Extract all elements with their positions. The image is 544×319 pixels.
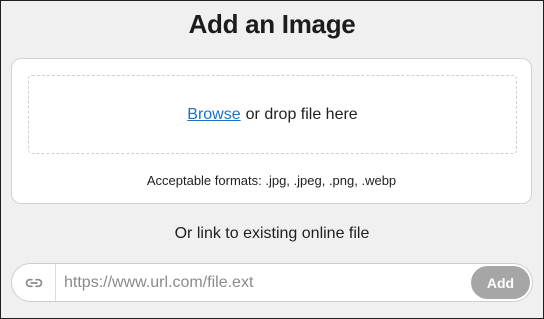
upload-card: Browse or drop file here Acceptable form… [11,58,532,204]
link-icon [24,273,44,293]
browse-link[interactable]: Browse [187,106,240,124]
url-bar-divider [55,264,56,301]
add-button[interactable]: Add [471,266,530,299]
acceptable-formats-text: Acceptable formats: .jpg, .jpeg, .png, .… [146,173,397,188]
file-dropzone[interactable]: Browse or drop file here [28,75,517,154]
drop-hint-text: or drop file here [245,105,358,123]
link-section-label: Or link to existing online file [174,225,370,242]
url-input-bar: Add [11,263,533,302]
dialog-title: Add an Image [188,9,356,39]
url-input[interactable] [64,268,464,297]
add-image-dialog: Add an Image Browse or drop file here Ac… [0,0,544,319]
